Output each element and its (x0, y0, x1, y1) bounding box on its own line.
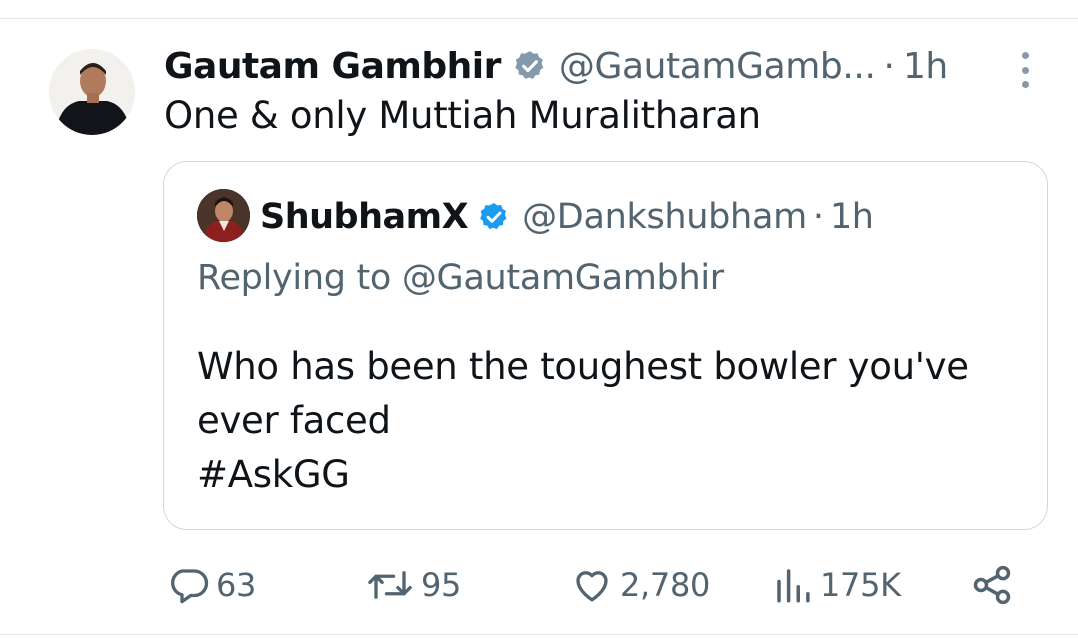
share-button[interactable] (970, 560, 1014, 610)
quoted-tweet-time[interactable]: 1h (830, 197, 874, 237)
quoted-author-handle[interactable]: @Dankshubham (522, 197, 807, 237)
reply-icon (171, 569, 209, 604)
hashtag-link[interactable]: #AskGG (197, 448, 969, 502)
divider-top (0, 18, 1078, 19)
views-count: 175K (820, 566, 901, 604)
more-options-icon[interactable] (1015, 52, 1035, 88)
quoted-tweet-text: Who has been the toughest bowler you've … (197, 340, 969, 502)
tweet-time[interactable]: 1h (903, 46, 948, 87)
quoted-tweet-header: ShubhamX @Dankshubham · 1h (260, 192, 874, 242)
author-name[interactable]: Gautam Gambhir (164, 46, 501, 87)
repost-count: 95 (421, 566, 462, 604)
views-button[interactable]: 175K (772, 560, 901, 610)
heart-icon (576, 571, 608, 602)
repost-button[interactable]: 95 (365, 560, 461, 610)
tweet-detail: Gautam Gambhir @GautamGamb... · 1h One &… (0, 0, 1078, 638)
author-handle[interactable]: @GautamGamb... (559, 46, 876, 87)
views-bar-chart-icon (777, 569, 810, 603)
like-button[interactable]: 2,780 (570, 560, 710, 610)
replying-to-label[interactable]: Replying to @GautamGambhir (197, 258, 724, 298)
quoted-author-avatar[interactable] (197, 189, 250, 242)
tweet-text: One & only Muttiah Muralitharan (164, 94, 761, 137)
divider-bottom (0, 634, 1078, 635)
separator-dot: · (883, 45, 895, 87)
reply-count: 63 (216, 566, 257, 604)
quoted-author-name[interactable]: ShubhamX (260, 197, 469, 237)
author-avatar[interactable] (49, 49, 135, 135)
quoted-text-line: ever faced (197, 399, 391, 442)
avatar-photo (49, 49, 135, 135)
quoted-tweet[interactable]: ShubhamX @Dankshubham · 1h Replying to @… (163, 161, 1048, 530)
tweet-header: Gautam Gambhir @GautamGamb... · 1h (164, 40, 1034, 92)
verified-badge-icon[interactable] (513, 49, 547, 83)
quoted-text-line: Who has been the toughest bowler you've (197, 345, 969, 388)
repost-icon (368, 571, 412, 599)
verified-badge-icon[interactable] (478, 201, 510, 233)
quoted-avatar-photo (197, 189, 250, 242)
separator-dot: · (812, 197, 825, 237)
like-count: 2,780 (620, 566, 711, 604)
share-icon (973, 565, 1011, 605)
reply-button[interactable]: 63 (168, 560, 256, 610)
tweet-actions-bar: 63 95 2,780 175K (0, 560, 1078, 610)
